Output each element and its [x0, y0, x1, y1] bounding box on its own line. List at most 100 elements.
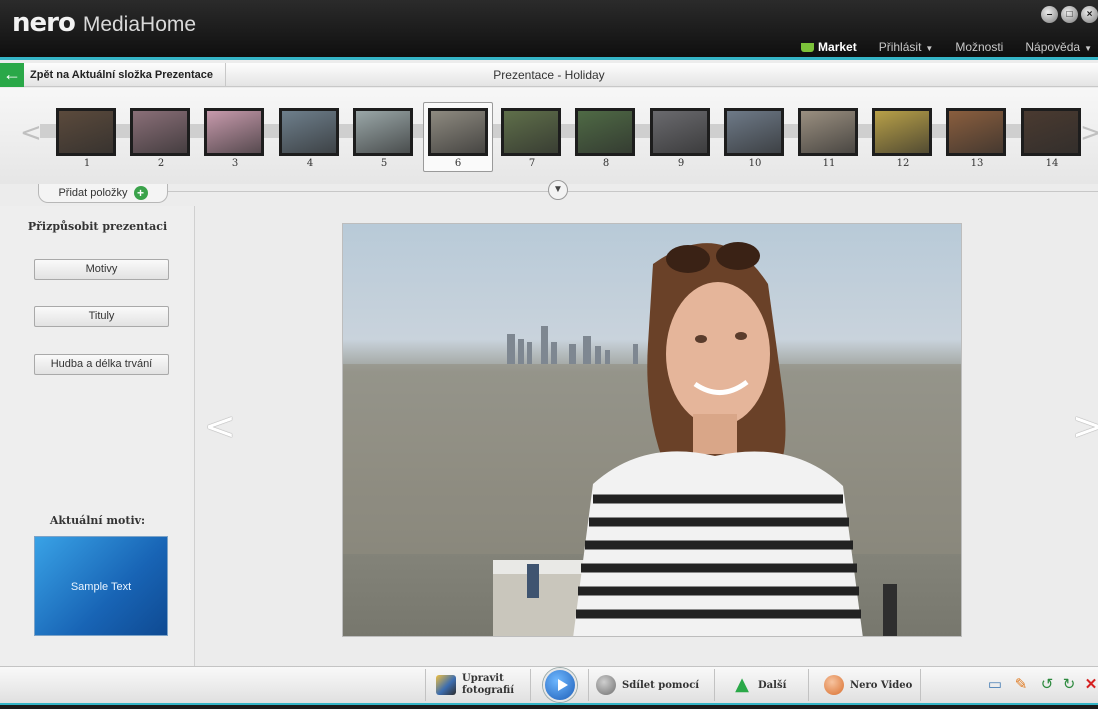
thumbnail-number: 5	[380, 158, 388, 169]
thumbnail-image	[946, 108, 1006, 156]
options-menu[interactable]: Možnosti	[955, 40, 1003, 54]
thumbnail-number: 14	[1045, 158, 1059, 169]
thumbnail-item[interactable]: 3	[200, 103, 270, 173]
thumbnail-image	[204, 108, 264, 156]
thumbnail-image	[650, 108, 710, 156]
monitor-icon[interactable]: ▭	[986, 676, 1004, 694]
help-menu[interactable]: Nápověda ▼	[1025, 40, 1092, 54]
help-label: Nápověda	[1025, 40, 1081, 54]
slideshow-photo	[342, 223, 962, 637]
thumbnail-number: 7	[528, 158, 536, 169]
thumbnail-item[interactable]: 5	[349, 103, 419, 173]
back-arrow-icon: ←	[0, 63, 24, 87]
panel-title: Přizpůsobit prezentaci	[27, 220, 168, 233]
thumbnail-image	[575, 108, 635, 156]
music-duration-button[interactable]: Hudba a délka trvání	[34, 354, 169, 375]
chevron-down-icon: ▼	[925, 44, 934, 53]
edit-photos-button[interactable]: Upravit fotografií	[436, 670, 514, 700]
motif-preview[interactable]: Sample Text	[34, 536, 168, 636]
app-logo: nero MediaHome	[12, 8, 196, 38]
plus-icon: +	[133, 186, 148, 200]
up-arrow-icon: ▲	[735, 674, 749, 695]
next-photo-icon[interactable]: >	[1072, 404, 1098, 448]
separator	[808, 669, 809, 701]
thumbnail-number: 4	[306, 158, 314, 169]
skyline	[507, 326, 638, 364]
thumbnail-item[interactable]: 10	[720, 103, 790, 173]
thumbnail-item[interactable]: 6	[423, 102, 493, 172]
thumbnail-item[interactable]: 7	[497, 103, 567, 173]
top-menu: Market Přihlásit ▼ Možnosti Nápověda ▼	[801, 40, 1092, 54]
thumbnail-image	[279, 108, 339, 156]
thumbnail-item[interactable]: 8	[571, 103, 641, 173]
chevron-down-icon[interactable]: ▼	[548, 180, 568, 200]
thumbnail-item[interactable]: 4	[275, 103, 345, 173]
market-link[interactable]: Market	[801, 40, 857, 54]
thumbnail-image	[130, 108, 190, 156]
divider	[168, 191, 1098, 192]
login-menu[interactable]: Přihlásit ▼	[879, 40, 934, 54]
thumbnail-number: 1	[83, 158, 91, 169]
rotate-left-icon[interactable]: ↺	[1038, 676, 1056, 694]
add-items-button[interactable]: Přidat položky +	[38, 184, 168, 203]
thumbnail-image	[1021, 108, 1081, 156]
logo-brand: nero	[12, 8, 76, 38]
preview-area: < >	[196, 206, 1098, 666]
separator	[920, 669, 921, 701]
thumbnail-number: 2	[157, 158, 165, 169]
chevron-down-icon: ▼	[1084, 44, 1092, 53]
minimize-icon[interactable]: –	[1041, 6, 1058, 23]
separator	[588, 669, 589, 701]
restore-icon[interactable]: □	[1061, 6, 1078, 23]
next-button[interactable]: ▲ Další	[732, 670, 786, 700]
thumbnail-image	[56, 108, 116, 156]
rotate-right-icon[interactable]: ↻	[1060, 676, 1078, 694]
bottom-toolbar: Upravit fotografií Sdílet pomocí ▲ Další…	[0, 666, 1098, 709]
options-label: Možnosti	[955, 40, 1004, 54]
close-icon[interactable]: ×	[1081, 6, 1098, 23]
next-label: Další	[758, 679, 787, 691]
thumbnail-number: 6	[454, 158, 462, 169]
thumbnail-item[interactable]: 2	[126, 103, 196, 173]
titles-button[interactable]: Tituly	[34, 306, 169, 327]
previous-photo-icon[interactable]: <	[204, 404, 236, 448]
market-label: Market	[818, 40, 857, 54]
thumbnail-number: 8	[602, 158, 610, 169]
thumbnail-number: 10	[748, 158, 762, 169]
thumbnail-number: 11	[822, 158, 836, 169]
thumbnail-item[interactable]: 9	[646, 103, 716, 173]
nav-bar: ← Zpět na Aktuální složka Prezentace Pre…	[0, 63, 1098, 87]
nero-video-button[interactable]: Nero Video	[824, 670, 912, 700]
title-bar: nero MediaHome – □ × Market Přihlásit ▼ M…	[0, 0, 1098, 60]
filmstrip-prev-icon[interactable]: <	[20, 118, 42, 148]
thumbnail-image	[724, 108, 784, 156]
thumbnail-item[interactable]: 13	[942, 103, 1012, 173]
thumbnail-number: 3	[231, 158, 239, 169]
motif-sample-text: Sample Text	[70, 581, 132, 593]
photo-illustration	[343, 242, 961, 636]
customize-panel: Přizpůsobit prezentaci Motivy Tituly Hud…	[0, 206, 195, 666]
thumbnail-item[interactable]: 11	[794, 103, 864, 173]
basket-icon	[801, 42, 815, 52]
filmstrip: < > 1 2 3 4 5 6 7 8 9 10 11 12 13 14	[0, 88, 1098, 184]
thumbnail-image	[872, 108, 932, 156]
paint-icon[interactable]: ✎	[1012, 676, 1030, 694]
themes-button[interactable]: Motivy	[34, 259, 169, 280]
thumbnail-image	[353, 108, 413, 156]
play-button[interactable]	[543, 668, 577, 702]
thumbnail-number: 9	[677, 158, 685, 169]
share-button[interactable]: Sdílet pomocí	[596, 670, 699, 700]
back-button[interactable]: ← Zpět na Aktuální složka Prezentace	[0, 63, 226, 87]
back-label: Zpět na Aktuální složka Prezentace	[30, 69, 213, 81]
thumbnail-item[interactable]: 1	[52, 103, 122, 173]
thumbnail-item[interactable]: 12	[868, 103, 938, 173]
logo-product: MediaHome	[82, 13, 197, 36]
delete-icon[interactable]: ✕	[1082, 676, 1098, 694]
nero-video-label: Nero Video	[850, 679, 913, 691]
edit-photo-icon	[436, 675, 456, 695]
thumbnail-number: 13	[970, 158, 984, 169]
login-label: Přihlásit	[878, 40, 922, 54]
window-controls: – □ ×	[1041, 6, 1098, 23]
thumbnail-item[interactable]: 14	[1017, 103, 1087, 173]
current-motif-label: Aktuální motiv:	[49, 514, 146, 527]
